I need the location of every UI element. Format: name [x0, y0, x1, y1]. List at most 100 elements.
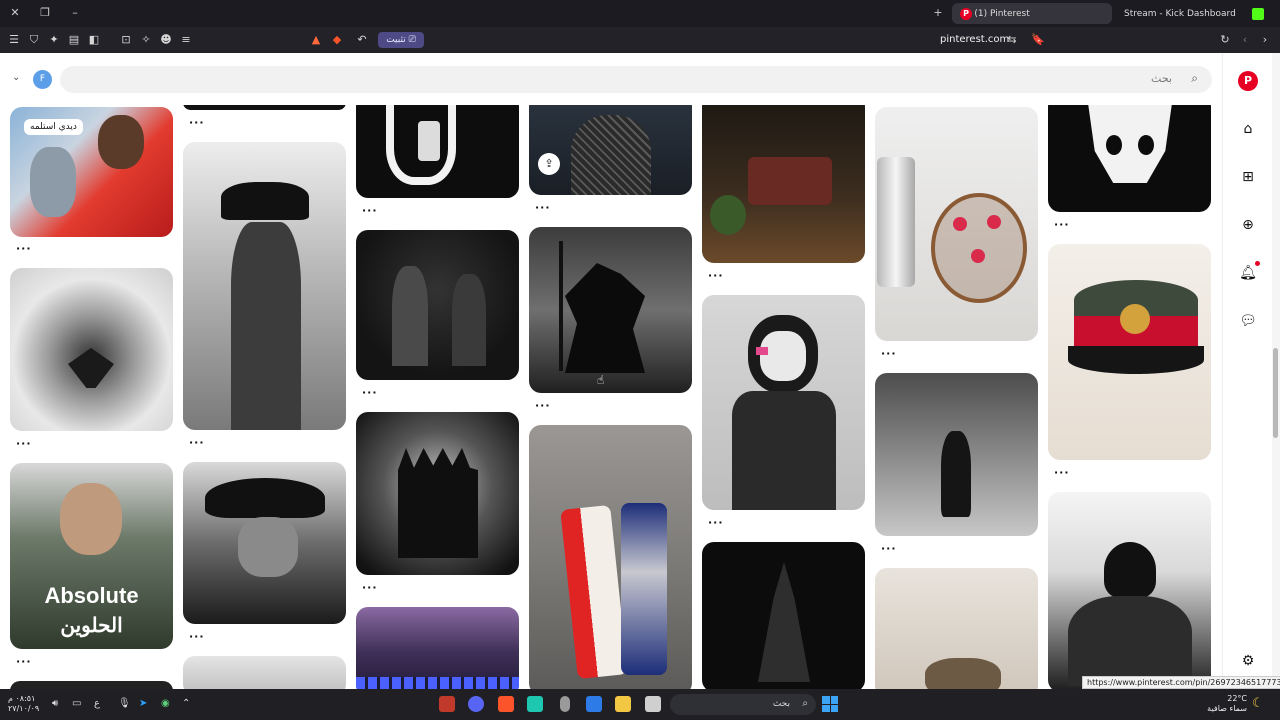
pin-more-icon[interactable]: ···	[362, 386, 378, 399]
weather-widget[interactable]: 22°C سماء صافية	[1205, 694, 1247, 714]
app-icon-store[interactable]	[586, 696, 602, 712]
pin-partial[interactable]	[183, 656, 346, 689]
forward-icon[interactable]: ›	[1258, 33, 1272, 47]
pin-more-icon[interactable]: ···	[881, 347, 897, 360]
scrollbar-thumb[interactable]	[1273, 348, 1278, 438]
pin-ghost-skull-mask[interactable]	[1048, 105, 1211, 212]
app-icon-brave[interactable]	[498, 696, 514, 712]
messages-icon[interactable]: 💬︎	[1238, 311, 1258, 331]
back-icon[interactable]: ‹	[1238, 33, 1252, 47]
app-icon-news[interactable]	[439, 696, 455, 712]
show-hidden-icons-icon[interactable]: ⌃	[182, 698, 190, 709]
pin-soldiers-night[interactable]	[356, 230, 519, 380]
app-icon-task-view[interactable]	[645, 696, 661, 712]
menu-icon[interactable]: ☰	[7, 33, 21, 47]
pin-more-icon[interactable]: ···	[16, 242, 32, 255]
downloads-icon[interactable]: ≡	[179, 33, 193, 47]
app-icon-discord[interactable]	[468, 696, 484, 712]
bookmark-icon[interactable]: 🔖	[1031, 33, 1045, 47]
pin-ghost-figure[interactable]	[702, 295, 865, 510]
network-icon[interactable]: ▭	[72, 698, 81, 709]
pin-more-icon[interactable]: ···	[189, 436, 205, 449]
pin-more-icon[interactable]: ···	[16, 655, 32, 668]
aurora-icon[interactable]: ▲	[309, 33, 323, 47]
pin-dark-wraith[interactable]	[702, 542, 865, 689]
tab-kick[interactable]: Stream - Kick Dashboard	[1116, 3, 1272, 24]
pin-more-icon[interactable]: ···	[189, 116, 205, 129]
pin-pilot-helmet[interactable]	[1048, 492, 1211, 689]
site-settings-icon[interactable]: ⇆	[1005, 33, 1019, 47]
screenshot-icon[interactable]: ⊡	[119, 33, 133, 47]
home-icon[interactable]: ⌂	[1238, 119, 1258, 139]
tab-pinterest[interactable]: ✕ (1) Pinterest P	[952, 3, 1112, 24]
taskbar-search-input[interactable]: بحث ⌕	[670, 694, 816, 715]
app-icon-terminal[interactable]	[527, 696, 543, 712]
pin-more-icon[interactable]: ···	[16, 437, 32, 450]
create-icon[interactable]: ⊕	[1238, 215, 1258, 235]
minimize-window-icon[interactable]: –	[68, 6, 82, 20]
pin-partial[interactable]	[10, 681, 173, 689]
volume-icon[interactable]: 🔊︎	[52, 698, 58, 709]
pin-more-icon[interactable]: ···	[708, 269, 724, 282]
restore-window-icon[interactable]: ❐	[38, 6, 52, 20]
reload-icon[interactable]: ↻	[1218, 33, 1232, 47]
search-input[interactable]: بحث ⌕	[60, 66, 1212, 93]
pin-more-icon[interactable]: ···	[362, 581, 378, 594]
pin-tom-jerry-meme[interactable]: ديدي استلمه	[10, 107, 173, 237]
microphone-icon[interactable]: 🎙︎	[118, 698, 131, 709]
settings-gear-icon[interactable]: ⚙	[1238, 651, 1258, 671]
pin-more-icon[interactable]: ···	[362, 204, 378, 217]
address-bar[interactable]: pinterest.com	[940, 34, 1009, 45]
profile-icon[interactable]: ☻	[159, 33, 173, 47]
pin-cowboy-arthur[interactable]	[183, 462, 346, 624]
brave-shield-icon[interactable]: ◆	[330, 33, 344, 47]
pin-military-cap[interactable]	[1048, 244, 1211, 460]
avatar[interactable]: F	[33, 70, 52, 89]
notifications-icon[interactable]: 🔔︎	[1238, 263, 1258, 283]
pin-dark-throne[interactable]	[356, 412, 519, 575]
pin-more-icon[interactable]: ···	[1054, 218, 1070, 231]
weather-desc: سماء صافية	[1207, 704, 1247, 713]
pin-more-icon[interactable]: ···	[881, 542, 897, 555]
taskbar-clock[interactable]: ٠٨:٥١ م ٢٧/١٠/٠٩	[8, 694, 39, 714]
reader-icon[interactable]: ▤	[67, 33, 81, 47]
pin-more-icon[interactable]: ···	[708, 516, 724, 529]
app-icon-mouse[interactable]	[560, 696, 570, 712]
telegram-tray-icon[interactable]: ➤	[139, 698, 147, 709]
undo-icon[interactable]: ↶	[355, 33, 369, 47]
pin-partial[interactable]	[183, 105, 346, 110]
extension-icon[interactable]: ✦	[47, 33, 61, 47]
pinterest-sidebar: P ⌂ ⊞ ⊕ 🔔︎ 💬︎ ⚙	[1222, 53, 1272, 689]
windows-start-icon[interactable]	[822, 696, 838, 712]
explore-icon[interactable]: ⊞	[1238, 167, 1258, 187]
shield-icon[interactable]: ⛉	[27, 33, 41, 47]
pin-cowboy-bw[interactable]	[183, 142, 346, 430]
pin-lounge-seats[interactable]	[702, 105, 865, 263]
pinterest-logo-icon[interactable]: P	[1238, 71, 1258, 91]
pin-keyboard-rgb[interactable]	[356, 607, 519, 689]
pin-absolute-meme[interactable]: Absolute الحلوين	[10, 463, 173, 649]
app-icon-file-explorer[interactable]	[615, 696, 631, 712]
chevron-down-icon[interactable]: ⌄	[12, 72, 20, 83]
pin-coffee-cup[interactable]	[875, 568, 1038, 689]
language-indicator[interactable]: ع	[94, 698, 100, 709]
pin-keffiyeh-back[interactable]: ⇪	[529, 105, 692, 195]
pin-more-icon[interactable]: ···	[535, 399, 551, 412]
pin-more-icon[interactable]: ···	[1054, 466, 1070, 479]
new-tab-icon[interactable]: +	[931, 6, 945, 20]
pin-falcon-keffiyeh[interactable]	[10, 268, 173, 431]
pin-more-icon[interactable]: ···	[189, 630, 205, 643]
install-button[interactable]: تثبيت ⎚	[378, 32, 424, 48]
close-window-icon[interactable]: ✕	[8, 6, 22, 20]
pin-dark-knight[interactable]	[529, 227, 692, 393]
puzzle-icon[interactable]: ✧	[139, 33, 153, 47]
pin-redbull-raspberry[interactable]	[875, 107, 1038, 341]
share-icon[interactable]: ⇪	[538, 153, 560, 175]
sidebar-icon[interactable]: ◧	[87, 33, 101, 47]
pin-bueno-redbull[interactable]	[529, 425, 692, 689]
pin-snow-figure[interactable]	[875, 373, 1038, 536]
pin-hand-drink[interactable]	[356, 105, 519, 198]
search-icon: ⌕	[1191, 71, 1198, 85]
shield-tray-icon[interactable]: ◉	[161, 698, 170, 709]
pin-more-icon[interactable]: ···	[535, 201, 551, 214]
